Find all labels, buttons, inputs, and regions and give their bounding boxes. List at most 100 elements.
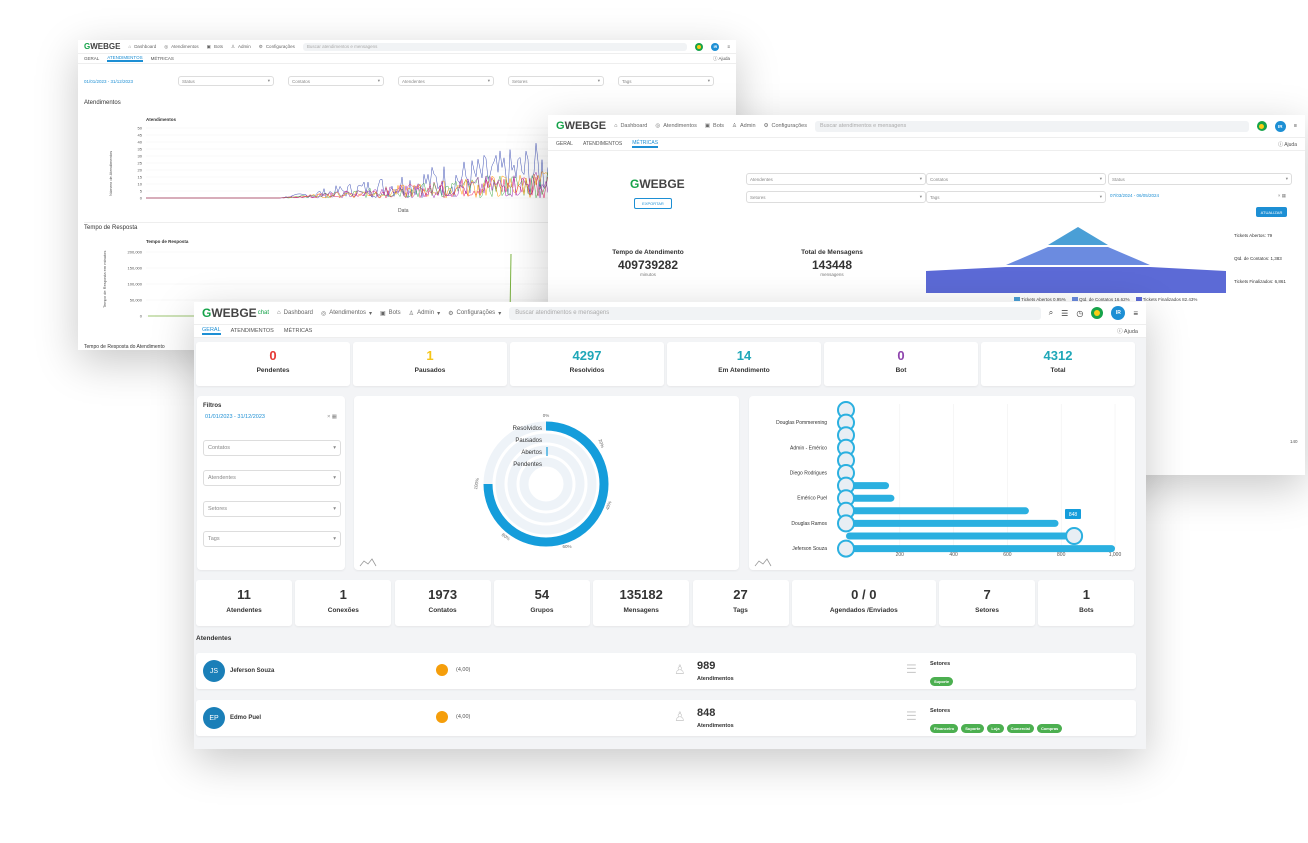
metricas-logo: GWEBGE [630, 177, 685, 191]
bottom-stat-card: 11 Atendentes [196, 580, 292, 626]
messages-icon[interactable]: ☰ [1061, 309, 1068, 318]
nav-bots[interactable]: ▣ Bots [207, 44, 223, 50]
contatos-select[interactable]: Contatos ▾ [203, 440, 341, 456]
menu-icon[interactable]: ≡ [1294, 123, 1297, 129]
setor-badge: Financeiro [930, 724, 959, 733]
section-tempo-resposta-atendimento-title: Tempo de Resposta do Atendimento [84, 344, 165, 350]
language-flag-icon[interactable] [1256, 121, 1267, 131]
nav-admin[interactable]: ♙ Admin ▾ [409, 310, 440, 317]
funnel-label-abertos: Tickets Abertos: 79 [1234, 233, 1273, 238]
bottom-stat-label: Tags [733, 607, 748, 614]
user-avatar[interactable]: IR [1111, 306, 1126, 320]
date-range[interactable]: 01/01/2023 - 31/12/2023 [84, 79, 164, 84]
date-range[interactable]: 07/03/2024 - 06/05/2024 × ▦ [1110, 193, 1286, 199]
funnel-label-finalizados: Tickets Finalizados: 6,861 [1234, 279, 1286, 284]
stat-resolvidos-label: Resolvidos [569, 367, 605, 374]
chart1-ytick: 35 [138, 147, 143, 152]
setores-select[interactable]: Setores ▾ [746, 191, 926, 203]
tab-atendimentos[interactable]: ATENDIMENTOS [107, 55, 143, 62]
bar-name-label: Douglas Pommerening [776, 420, 827, 426]
nav-dashboard[interactable]: ⌂ Dashboard [277, 310, 313, 316]
bar-chart-names: Douglas Pommerening Admin - Emérico Diego … [776, 420, 827, 552]
setores-select[interactable]: Setores ▾ [203, 501, 341, 517]
nav-bots[interactable]: ▣ Bots [380, 310, 401, 317]
nav-atendimentos[interactable]: ◎ Atendimentos [164, 44, 198, 50]
atendente-count: 848 [697, 707, 716, 719]
tab-metricas[interactable]: MÉTRICAS [284, 328, 312, 334]
attendant-bar[interactable] [846, 519, 1059, 527]
nav-admin-label: Admin [417, 310, 435, 316]
logo[interactable]: G WEBGE chat [202, 306, 269, 320]
language-flag-icon[interactable] [1091, 307, 1104, 319]
chart-type-icon[interactable] [754, 558, 772, 567]
tab-atendimentos[interactable]: ATENDIMENTOS [583, 141, 622, 147]
search-icon[interactable]: ⌕ [1049, 308, 1053, 318]
setores-select[interactable]: Setores ▾ [508, 76, 604, 86]
search-input[interactable]: Buscar atendimentos e mensagens [814, 120, 1249, 132]
user-avatar[interactable]: IR [1274, 120, 1286, 132]
chart-type-icon[interactable] [359, 558, 377, 567]
atendente-row[interactable]: JS Jeferson Souza (4,00) ♙ 989 Atendimen… [196, 653, 1136, 689]
nav-admin[interactable]: ♙ Admin [732, 123, 756, 129]
attendant-bar[interactable] [846, 532, 1075, 540]
chart1-yticks: 50454035302520151050 [138, 126, 558, 201]
attendant-bar[interactable] [846, 507, 1029, 515]
stat-resolvidos-value: 4297 [572, 348, 602, 363]
chevron-down-icon: ▾ [368, 310, 372, 317]
atendente-row[interactable]: EP Edmo Puel (4,00) ♙ 848 Atendimentos ☰… [196, 700, 1136, 736]
help-link[interactable]: ⓘ Ajuda [1278, 141, 1297, 148]
tags-select[interactable]: Tags ▾ [618, 76, 714, 86]
bar-name-label: Admin - Emérico [790, 445, 827, 451]
tab-metricas[interactable]: MÉTRICAS [151, 56, 174, 61]
atendentes-select[interactable]: Atendentes ▾ [398, 76, 494, 86]
chart1-ytick: 50 [138, 126, 143, 131]
atendentes-select[interactable]: Atendentes ▾ [203, 470, 341, 486]
attendant-bar[interactable] [846, 545, 1115, 553]
nav-atendimentos[interactable]: ◎ Atendimentos ▾ [321, 310, 372, 317]
atendentes-select[interactable]: Atendentes ▾ [746, 173, 926, 185]
date-range[interactable]: 01/01/2023 - 31/12/2023 × ▦ [205, 414, 337, 420]
chart1-ytick: 45 [138, 133, 143, 138]
user-avatar[interactable]: IR [711, 42, 720, 51]
tab-geral[interactable]: GERAL [84, 56, 99, 61]
contatos-select[interactable]: Contatos ▾ [288, 76, 384, 86]
logo[interactable]: G WEBGE [556, 120, 606, 132]
status-select[interactable]: Status ▾ [1108, 173, 1292, 185]
export-button[interactable]: EXPORTAR [634, 198, 672, 209]
search-input[interactable]: Buscar atendimentos e mensagens [302, 42, 688, 51]
attendant-avatar[interactable] [837, 539, 855, 558]
nav-atendimentos-label: Atendimentos [171, 44, 199, 49]
search-input[interactable]: Buscar atendimentos e mensagens [509, 306, 1041, 320]
tab-geral[interactable]: GERAL [556, 141, 573, 147]
tab-atendimentos[interactable]: ATENDIMENTOS [231, 328, 274, 334]
nav-configuracoes[interactable]: ⚙ Configurações [259, 44, 295, 50]
help-link[interactable]: ⓘ Ajuda [1117, 327, 1138, 335]
status-select[interactable]: Status ▾ [178, 76, 274, 86]
nav-configuracoes[interactable]: ⚙ Configurações [764, 123, 807, 129]
nav-dashboard[interactable]: ⌂ Dashboard [128, 44, 156, 49]
stat-pausados-label: Pausados [414, 367, 446, 374]
tab-geral[interactable]: GERAL [202, 327, 221, 335]
attendant-avatar[interactable] [837, 514, 855, 533]
history-icon[interactable]: ◷ [1076, 309, 1083, 318]
update-button[interactable]: ATUALIZAR [1256, 207, 1287, 217]
nav-configuracoes[interactable]: ⚙ Configurações ▾ [448, 310, 501, 317]
menu-icon[interactable]: ≡ [727, 44, 730, 49]
help-link[interactable]: ⓘ Ajuda [713, 56, 730, 62]
contatos-select[interactable]: Contatos ▾ [926, 173, 1106, 185]
logo[interactable]: G WEBGE [84, 42, 120, 51]
tags-select[interactable]: Tags ▾ [926, 191, 1106, 203]
attendant-avatar[interactable] [1065, 527, 1084, 545]
chart1-ytick: 25 [138, 161, 143, 166]
nav-bots[interactable]: ▣ Bots [705, 123, 724, 129]
chart1-series-line [146, 176, 558, 199]
tags-select[interactable]: Tags ▾ [203, 531, 341, 547]
tab-metricas[interactable]: MÉTRICAS [632, 140, 659, 148]
nav-dashboard[interactable]: ⌂ Dashboard [614, 123, 647, 129]
language-flag-icon[interactable] [695, 42, 704, 51]
nav-admin[interactable]: ♙ Admin [231, 44, 251, 50]
menu-icon[interactable]: ≡ [1133, 309, 1138, 318]
chevron-down-icon: ▾ [333, 506, 336, 512]
calendar-icon[interactable]: × ▦ [327, 414, 337, 420]
nav-atendimentos[interactable]: ◎ Atendimentos [655, 123, 696, 129]
